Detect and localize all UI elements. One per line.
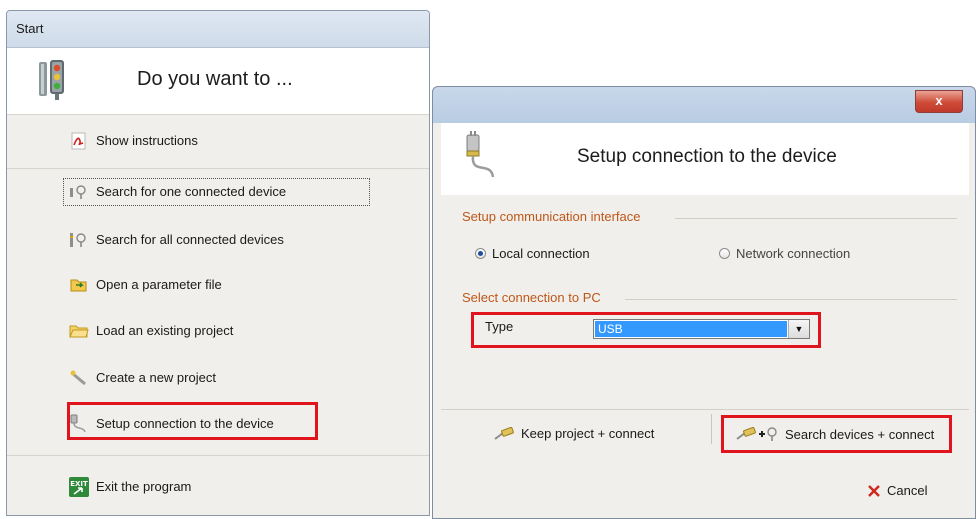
button-label: Cancel (887, 483, 928, 498)
menu-item-open-parameter-file[interactable]: Open a parameter file (69, 271, 222, 299)
menu-item-label: Load an existing project (96, 323, 234, 338)
pc-group-label: Select connection to PC (462, 290, 601, 305)
dialog-body: Setup communication interface Local conn… (441, 195, 969, 409)
dialog-header: Setup connection to the device (441, 123, 969, 195)
group-divider (625, 299, 957, 300)
exit-icon: EXIT (69, 477, 89, 497)
folder-icon (69, 321, 89, 341)
pdf-icon (69, 131, 89, 151)
button-label: Keep project + connect (521, 426, 655, 441)
connection-dialog: x Setup connection to the device Setup c… (432, 86, 976, 519)
plug-icon (466, 131, 495, 178)
cancel-button[interactable]: Cancel (867, 483, 927, 498)
start-header: Do you want to ... (7, 48, 429, 114)
menu-item-label: Search for all connected devices (96, 232, 284, 247)
connect-search-icon (736, 426, 777, 441)
menu-item-label: Search for one connected device (96, 184, 287, 199)
menu-item-setup-connection[interactable]: Setup connection to the device (69, 410, 274, 438)
section-divider (7, 168, 429, 169)
radio-dot-selected (475, 248, 486, 259)
communication-group-label: Setup communication interface (462, 209, 641, 224)
radio-label: Local connection (492, 246, 590, 261)
group-divider (675, 218, 957, 219)
connection-type-select[interactable]: USB ▼ (593, 319, 810, 339)
close-button[interactable]: x (915, 90, 963, 113)
radio-local-connection[interactable]: Local connection (475, 246, 590, 261)
radio-network-connection[interactable]: Network connection (719, 246, 850, 261)
connect-icon (494, 426, 514, 440)
plug-icon (69, 414, 89, 434)
connection-type-value: USB (595, 321, 787, 337)
header-divider (7, 114, 429, 115)
chevron-down-icon[interactable]: ▼ (788, 320, 809, 338)
wand-icon (69, 368, 89, 388)
menu-item-search-all-devices[interactable]: Search for all connected devices (69, 226, 284, 254)
button-label: Search devices + connect (785, 426, 935, 442)
footer-divider (7, 455, 429, 456)
menu-item-create-project[interactable]: Create a new project (69, 364, 216, 392)
menu-item-exit[interactable]: EXIT Exit the program (69, 473, 191, 501)
exit-icon-text: EXIT (70, 480, 88, 488)
radio-dot (719, 248, 730, 259)
menu-item-label: Exit the program (96, 479, 192, 494)
open-file-icon (69, 275, 89, 295)
start-header-title: Do you want to ... (137, 68, 293, 90)
radio-label: Network connection (736, 246, 851, 261)
menu-item-label: Setup connection to the device (96, 416, 274, 431)
menu-item-search-one-device[interactable]: Search for one connected device (63, 178, 370, 206)
close-icon (868, 484, 880, 497)
search-devices-connect-button[interactable]: Search devices + connect (735, 426, 934, 442)
button-separator (711, 414, 712, 444)
type-label: Type (485, 319, 514, 334)
menu-item-label: Open a parameter file (96, 277, 222, 292)
menu-item-load-project[interactable]: Load an existing project (69, 317, 233, 345)
start-window-titlebar[interactable]: Start (7, 11, 429, 48)
keep-project-connect-button[interactable]: Keep project + connect (493, 426, 654, 441)
start-window: Start Do you want to ... Show instructio… (6, 10, 430, 516)
traffic-light-icon (39, 60, 64, 100)
dialog-button-bar: Keep project + connect Search devices + … (441, 409, 969, 462)
start-window-title: Start (16, 21, 44, 36)
menu-item-label: Show instructions (96, 133, 198, 148)
menu-item-show-instructions[interactable]: Show instructions (69, 127, 198, 155)
search-devices-icon (69, 230, 89, 250)
menu-item-label: Create a new project (96, 370, 216, 385)
search-device-icon (69, 182, 89, 202)
dialog-title: Setup connection to the device (577, 146, 837, 167)
